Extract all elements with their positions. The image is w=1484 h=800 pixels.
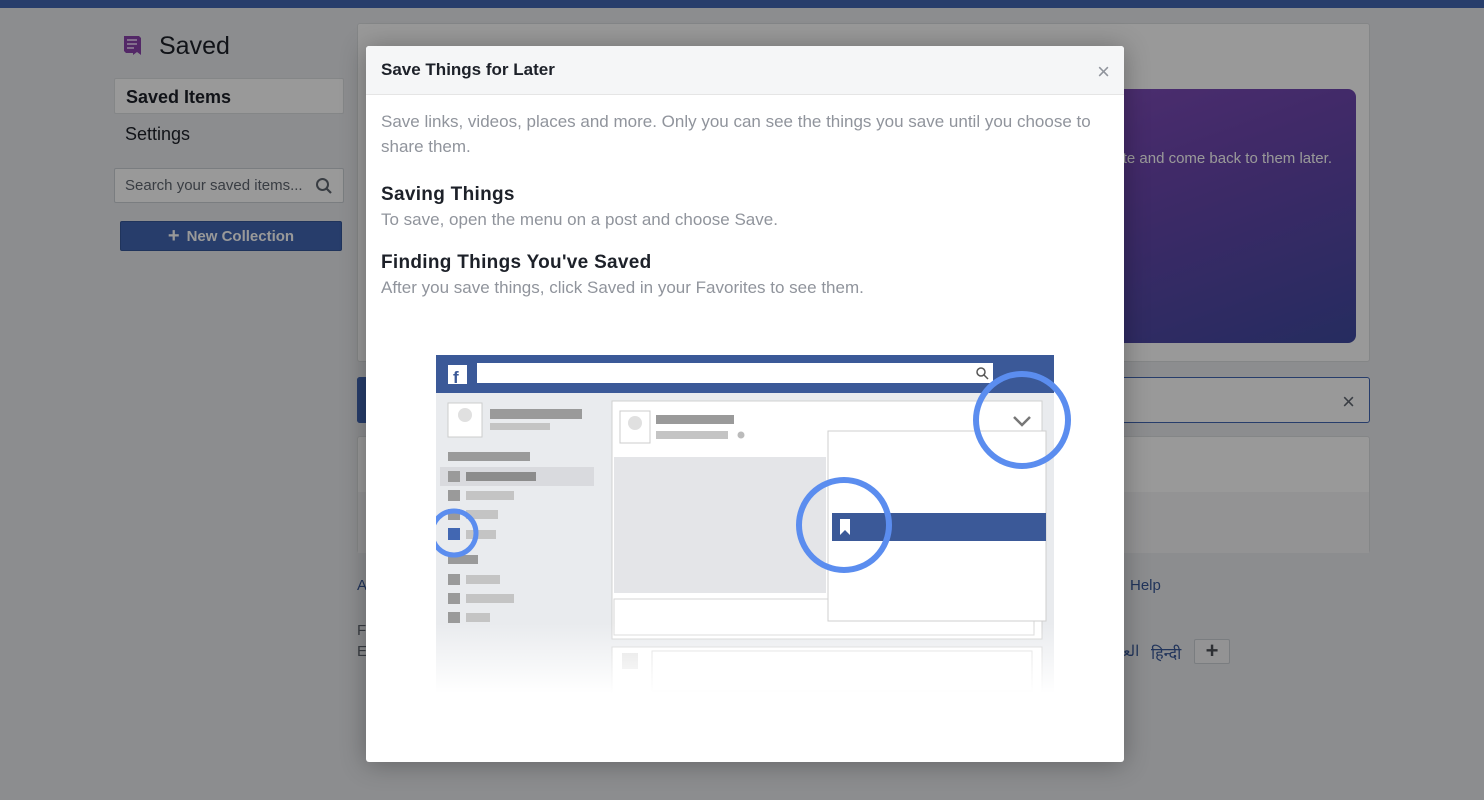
dialog-title: Save Things for Later (381, 60, 555, 79)
close-icon[interactable]: × (1097, 59, 1110, 85)
svg-text:f: f (453, 368, 459, 387)
save-things-dialog: Save Things for Later × Save links, vide… (366, 46, 1124, 762)
dialog-body: Save links, videos, places and more. Onl… (366, 95, 1124, 298)
section-text-saving: To save, open the menu on a post and cho… (381, 210, 778, 229)
section-heading-finding: Finding Things You've Saved (381, 252, 652, 273)
mini-save-menu-item (832, 513, 1046, 541)
section-heading-saving: Saving Things (381, 184, 515, 205)
save-illustration: f (436, 355, 1076, 693)
dialog-header: Save Things for Later × (366, 46, 1124, 95)
dialog-intro: Save links, videos, places and more. Onl… (381, 112, 1091, 156)
section-text-finding: After you save things, click Saved in yo… (381, 278, 864, 297)
